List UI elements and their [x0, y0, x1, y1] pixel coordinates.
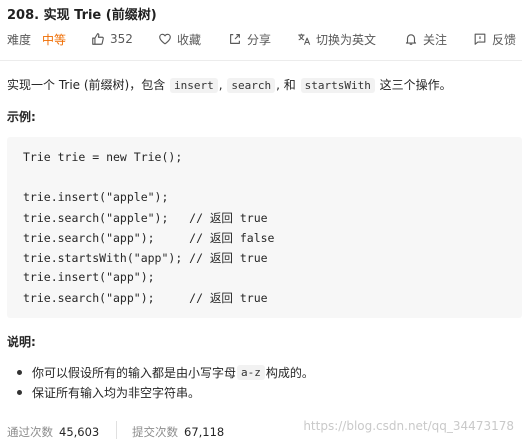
list-item: 你可以假设所有的输入都是由小写字母 a-z 构成的。 [17, 362, 314, 382]
stats-divider [116, 421, 117, 439]
accepted-stat: 通过次数 45,603 [7, 424, 99, 440]
bullet-dot [17, 369, 22, 375]
code-line: trie.insert("apple"); [23, 190, 169, 204]
problem-title: 208. 实现 Trie (前缀树) [7, 8, 157, 23]
favorite-button[interactable]: 收藏 [158, 30, 201, 48]
problem-toolbar: 难度 中等 352 收藏 分享 切换为英文 关注 反馈 [7, 30, 522, 48]
description-text: 这三个操作。 [375, 78, 452, 92]
note-text: 构成的。 [265, 365, 314, 380]
feedback-icon [474, 33, 486, 45]
submitted-label: 提交次数 [132, 425, 178, 439]
share-button[interactable]: 分享 [228, 30, 271, 48]
notes-list: 你可以假设所有的输入都是由小写字母 a-z 构成的。 保证所有输入均为非空字符串… [17, 362, 314, 402]
share-icon [230, 34, 240, 44]
follow-label: 关注 [423, 32, 448, 47]
inline-code-insert: insert [170, 78, 218, 93]
problem-description: 实现一个 Trie (前缀树)，包含 insert, search, 和 sta… [7, 76, 452, 93]
accepted-value: 45,603 [59, 425, 100, 439]
share-label: 分享 [247, 32, 272, 47]
difficulty-label: 难度 [7, 32, 32, 47]
switch-language-button[interactable]: 切换为英文 [297, 30, 376, 48]
description-text: 实现一个 Trie (前缀树)，包含 [7, 78, 170, 92]
submitted-value: 67,118 [184, 425, 225, 439]
code-line: trie.insert("app"); [23, 270, 155, 284]
follow-button[interactable]: 关注 [404, 30, 447, 48]
like-count: 352 [110, 32, 133, 46]
notes-heading: 说明: [7, 335, 36, 349]
feedback-label: 反馈 [492, 32, 517, 47]
difficulty-value: 中等 [42, 32, 67, 47]
code-line: trie.search("app"); // 返回 false [23, 231, 275, 245]
description-separator: , [218, 78, 227, 92]
example-code-block: Trie trie = new Trie(); trie.insert("app… [7, 137, 522, 318]
heart-icon [159, 33, 171, 45]
example-heading: 示例: [7, 110, 36, 124]
inline-code-search: search [227, 78, 276, 93]
difficulty: 难度 中等 [7, 30, 66, 48]
favorite-label: 收藏 [177, 32, 202, 47]
code-line: trie.search("app"); // 返回 true [23, 291, 268, 305]
list-item: 保证所有输入均为非空字符串。 [17, 382, 314, 402]
code-line: trie.startsWith("app"); // 返回 true [23, 251, 268, 265]
translate-icon [298, 33, 311, 45]
accepted-label: 通过次数 [7, 425, 53, 439]
inline-code-startswith: startsWith [300, 78, 375, 93]
inline-code-a-z: a-z [237, 364, 265, 380]
feedback-button[interactable]: 反馈 [473, 30, 516, 48]
submitted-stat: 提交次数 67,118 [132, 424, 224, 440]
watermark: https://blog.csdn.net/qq_34473178 [303, 419, 514, 433]
thumbs-up-icon [92, 33, 104, 45]
bell-icon [405, 34, 417, 45]
like-button[interactable]: 352 [91, 30, 133, 48]
description-separator: , 和 [276, 78, 300, 92]
code-line: Trie trie = new Trie(); [23, 150, 183, 164]
bullet-dot [17, 389, 22, 395]
note-text: 你可以假设所有的输入都是由小写字母 [32, 365, 237, 380]
code-line: trie.search("apple"); // 返回 true [23, 211, 268, 225]
switch-language-label: 切换为英文 [316, 32, 377, 47]
note-text: 保证所有输入均为非空字符串。 [32, 385, 201, 400]
toolbar-divider [0, 60, 522, 61]
